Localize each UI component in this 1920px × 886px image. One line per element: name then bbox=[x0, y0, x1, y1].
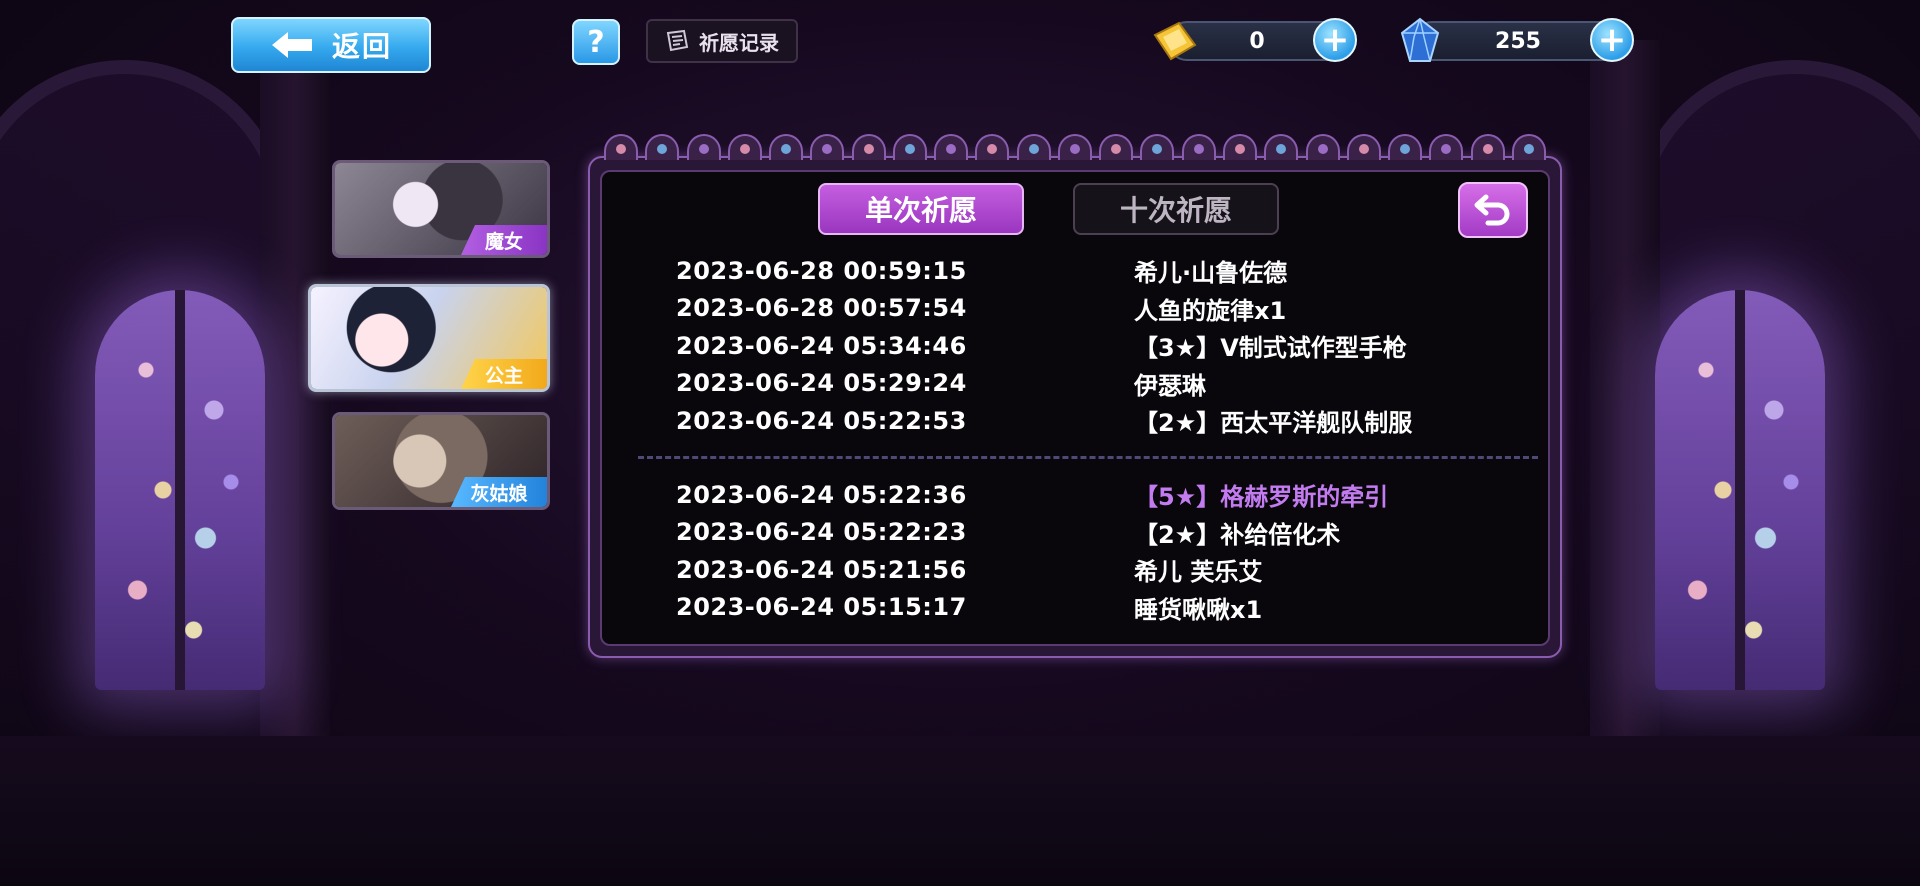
record-item: 【3★】V制式试作型手枪 bbox=[1134, 334, 1407, 363]
record-time: 2023-06-24 05:29:24 bbox=[676, 369, 967, 398]
record-time: 2023-06-24 05:34:46 bbox=[676, 331, 967, 360]
back-button-label: 返回 bbox=[331, 30, 392, 63]
record-divider bbox=[638, 456, 1538, 459]
record-item: 希儿·山鲁佐德 bbox=[1134, 259, 1288, 288]
return-arrow-icon bbox=[1474, 194, 1510, 226]
record-row: 2023-06-24 05:22:36 【5★】格赫罗斯的牵引 bbox=[676, 476, 1496, 514]
tab-ten-wish[interactable]: 十次祈愿 bbox=[1073, 183, 1279, 235]
panel-scallop-border bbox=[600, 134, 1550, 162]
record-row: 2023-06-24 05:29:24 伊瑟琳 bbox=[676, 365, 1496, 403]
gold-ticket-icon bbox=[1153, 21, 1197, 61]
background-pillar bbox=[1590, 40, 1660, 800]
record-list-group-2: 2023-06-24 05:22:36 【5★】格赫罗斯的牵引 2023-06-… bbox=[676, 476, 1496, 626]
record-row: 2023-06-24 05:34:46 【3★】V制式试作型手枪 bbox=[676, 327, 1496, 365]
ticket-count: 0 bbox=[1249, 28, 1265, 54]
record-item: 睡货啾啾x1 bbox=[1134, 595, 1263, 624]
record-list-group-1: 2023-06-28 00:59:15 希儿·山鲁佐德 2023-06-28 0… bbox=[676, 252, 1496, 440]
character-name-badge: 魔女 bbox=[461, 225, 547, 255]
character-tab-witch[interactable]: 魔女 bbox=[332, 160, 550, 258]
stained-glass-window-right bbox=[1655, 290, 1825, 690]
record-item: 【2★】西太平洋舰队制服 bbox=[1134, 409, 1413, 438]
stained-glass-window-left bbox=[95, 290, 265, 690]
record-row: 2023-06-28 00:59:15 希儿·山鲁佐德 bbox=[676, 252, 1496, 290]
record-row: 2023-06-24 05:15:17 睡货啾啾x1 bbox=[676, 589, 1496, 627]
tab-single-wish[interactable]: 单次祈愿 bbox=[818, 183, 1024, 235]
back-arrow-icon bbox=[271, 32, 312, 58]
record-time: 2023-06-24 05:21:56 bbox=[676, 555, 967, 584]
return-button[interactable] bbox=[1458, 182, 1528, 238]
background-floor bbox=[0, 736, 1920, 886]
record-row: 2023-06-24 05:21:56 希儿 芙乐艾 bbox=[676, 551, 1496, 589]
record-time: 2023-06-28 00:57:54 bbox=[676, 294, 967, 323]
character-tab-princess[interactable]: 公主 bbox=[308, 284, 550, 392]
record-item: 伊瑟琳 bbox=[1134, 371, 1206, 400]
record-item-rare: 【5★】格赫罗斯的牵引 bbox=[1134, 483, 1389, 512]
character-name-badge: 灰姑娘 bbox=[451, 477, 547, 507]
record-item: 希儿 芙乐艾 bbox=[1134, 558, 1263, 587]
character-name-badge: 公主 bbox=[461, 359, 547, 389]
help-button[interactable]: ? bbox=[572, 19, 620, 65]
add-crystal-button[interactable]: + bbox=[1590, 18, 1634, 62]
record-row: 2023-06-24 05:22:53 【2★】西太平洋舰队制服 bbox=[676, 402, 1496, 440]
back-button[interactable]: 返回 bbox=[231, 17, 431, 73]
record-row: 2023-06-28 00:57:54 人鱼的旋律x1 bbox=[676, 290, 1496, 328]
record-time: 2023-06-24 05:22:36 bbox=[676, 480, 967, 509]
blue-crystal-icon bbox=[1400, 17, 1440, 62]
background-pillar bbox=[260, 40, 330, 800]
record-row: 2023-06-24 05:22:23 【2★】补给倍化术 bbox=[676, 514, 1496, 552]
record-time: 2023-06-28 00:59:15 bbox=[676, 256, 967, 285]
wish-record-button[interactable]: 祈愿记录 bbox=[646, 19, 798, 63]
record-time: 2023-06-24 05:22:23 bbox=[676, 518, 967, 547]
record-item: 人鱼的旋律x1 bbox=[1134, 296, 1287, 325]
character-tab-cinderella[interactable]: 灰姑娘 bbox=[332, 412, 550, 510]
record-time: 2023-06-24 05:15:17 bbox=[676, 593, 967, 622]
add-ticket-button[interactable]: + bbox=[1313, 18, 1357, 62]
crystal-count: 255 bbox=[1495, 28, 1541, 54]
currency-ticket: 0 + bbox=[1153, 18, 1357, 62]
wish-record-label: 祈愿记录 bbox=[699, 30, 779, 55]
record-item: 【2★】补给倍化术 bbox=[1134, 520, 1341, 549]
scroll-record-icon bbox=[666, 29, 689, 52]
currency-crystal: 255 + bbox=[1400, 17, 1634, 62]
record-time: 2023-06-24 05:22:53 bbox=[676, 406, 967, 435]
